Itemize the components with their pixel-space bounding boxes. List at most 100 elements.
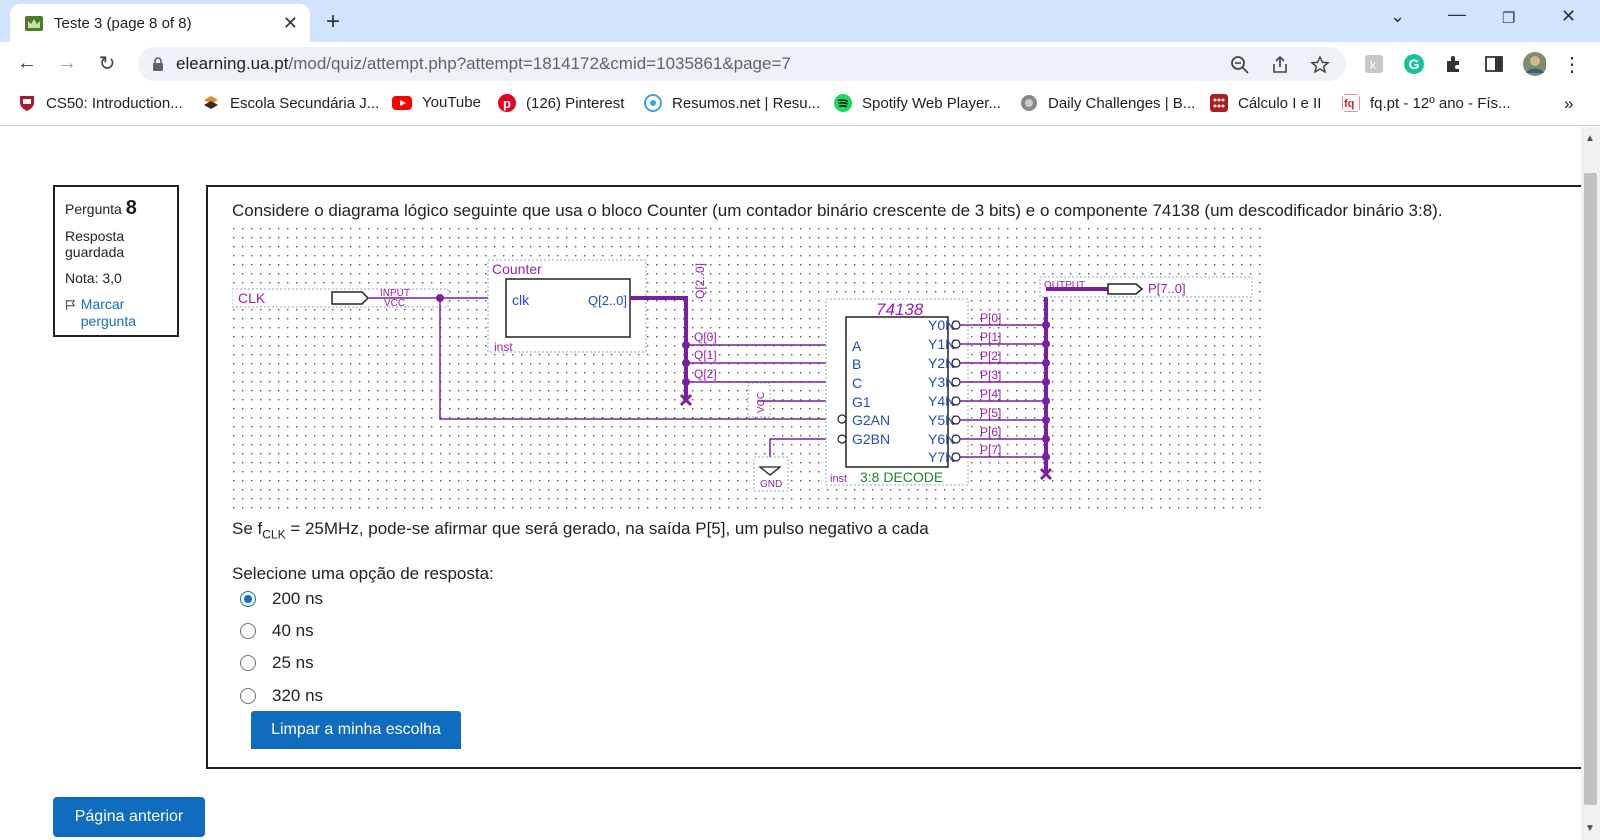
resumos-icon (644, 94, 662, 112)
decoder-input-a: A (852, 338, 862, 354)
decoder-input-g1: G1 (852, 394, 871, 410)
radio-button[interactable] (240, 591, 256, 607)
scroll-thumb[interactable] (1584, 173, 1597, 805)
youtube-icon (392, 95, 412, 110)
grammarly-icon[interactable]: G (1402, 52, 1426, 76)
bookmark-0[interactable]: CS50: Introduction... (18, 94, 183, 112)
bookmark-5[interactable]: Spotify Web Player... (834, 94, 1001, 112)
extension-a-icon[interactable]: k (1362, 52, 1386, 76)
radio-button[interactable] (240, 623, 256, 639)
svg-text:Y6N: Y6N (928, 431, 955, 447)
radio-button[interactable] (240, 655, 256, 671)
active-tab[interactable]: Teste 3 (page 8 of 8) ✕ (10, 4, 310, 42)
scroll-up-icon[interactable]: ▲ (1585, 133, 1595, 144)
counter-block (505, 278, 631, 338)
scroll-down-icon[interactable]: ▼ (1585, 823, 1595, 834)
answer-option-0[interactable]: 200 ns (240, 589, 323, 609)
svg-text:P[3]: P[3] (980, 368, 1001, 382)
bookmark-label: YouTube (422, 94, 481, 111)
radio-button[interactable] (240, 688, 256, 704)
close-tab-icon[interactable]: ✕ (283, 13, 298, 34)
minimize-icon[interactable]: — (1448, 4, 1466, 25)
bookmark-label: Spotify Web Player... (862, 94, 1001, 112)
question-grade: Nota: 3,0 (65, 270, 122, 286)
bookmark-8[interactable]: fq fq.pt - 12º ano - Fís... (1342, 94, 1511, 112)
share-icon[interactable] (1270, 55, 1290, 75)
answer-option-3[interactable]: 320 ns (240, 686, 323, 706)
bookmark-2[interactable]: YouTube (392, 94, 481, 111)
question-info-panel: Pergunta 8 Resposta guardada Nota: 3,0 M… (53, 185, 179, 337)
forward-icon[interactable]: → (54, 50, 80, 76)
counter-title: Counter (492, 261, 542, 277)
svg-text:p: p (503, 96, 511, 111)
bookmark-label: Daily Challenges | B... (1048, 94, 1196, 112)
option-label: 40 ns (272, 621, 314, 640)
zoom-out-icon[interactable] (1230, 55, 1250, 75)
more-bookmarks-icon[interactable]: » (1564, 94, 1573, 114)
harvard-shield-icon (20, 96, 34, 111)
answer-option-1[interactable]: 40 ns (240, 621, 314, 641)
reload-icon[interactable]: ↻ (94, 50, 120, 76)
svg-text:P[5]: P[5] (980, 406, 1001, 420)
question-intro: Considere o diagrama lógico seguinte que… (232, 201, 1443, 220)
tab-search-chevron-icon[interactable]: ⌄ (1390, 6, 1405, 27)
bookmark-3[interactable]: p (126) Pinterest (498, 94, 624, 112)
calc-icon (1210, 94, 1228, 112)
svg-text:Q[2]: Q[2] (694, 367, 717, 381)
bookmark-6[interactable]: Daily Challenges | B... (1020, 94, 1195, 112)
address-bar[interactable]: elearning.ua.pt/mod/quiz/attempt.php?att… (138, 47, 1346, 81)
moodle-favicon-icon (25, 16, 43, 31)
svg-text:P[7]: P[7] (980, 443, 1001, 457)
svg-text:Y1N: Y1N (928, 336, 955, 352)
option-label: 25 ns (272, 653, 314, 672)
bookmark-label: fq.pt - 12º ano - Fís... (1370, 94, 1511, 112)
svg-text:P[6]: P[6] (980, 425, 1001, 439)
menu-kebab-icon[interactable]: ⋮ (1560, 52, 1584, 76)
new-tab-icon[interactable]: + (326, 8, 340, 36)
answer-prompt: Selecione uma opção de resposta: (232, 564, 494, 583)
bookmark-label: Escola Secundária J... (230, 94, 380, 112)
bookmark-7[interactable]: Cálculo I e II (1210, 94, 1321, 112)
svg-text:P[1]: P[1] (980, 330, 1001, 344)
back-icon[interactable]: ← (14, 50, 40, 76)
flag-icon (66, 299, 76, 311)
side-panel-icon[interactable] (1482, 52, 1506, 76)
bookmark-1[interactable]: Escola Secundária J... (202, 94, 379, 112)
bookmark-label: CS50: Introduction... (46, 94, 183, 112)
g2bn-inversion-bubble (837, 434, 847, 444)
bookmark-label: Cálculo I e II (1238, 94, 1322, 112)
window-close-icon[interactable]: ✕ (1561, 6, 1576, 27)
svg-text:k: k (1370, 58, 1377, 72)
decoder-input-c: C (852, 375, 862, 391)
bookmarks-bar: CS50: Introduction... Escola Secundária … (0, 86, 1600, 126)
fq-icon: fq (1342, 94, 1360, 112)
svg-text:P[0]: P[0] (980, 311, 1001, 325)
question-state: Resposta guardada (65, 228, 125, 260)
clk-input-pin (331, 291, 370, 305)
page-scrollbar[interactable]: ▲ ▼ (1581, 127, 1600, 840)
url-text: elearning.ua.pt/mod/quiz/attempt.php?att… (176, 54, 791, 73)
bookmark-star-icon[interactable] (1310, 55, 1330, 75)
bookmark-4[interactable]: Resumos.net | Resu... (644, 94, 820, 112)
extensions-puzzle-icon[interactable] (1442, 52, 1466, 76)
question-sub: Se fCLK = 25MHz, pode-se afirmar que ser… (232, 519, 929, 542)
decoder-title: 74138 (876, 300, 924, 319)
restore-icon[interactable]: ❐ (1502, 9, 1515, 27)
counter-q-port: Q[2..0] (588, 293, 627, 308)
svg-text:Y0N: Y0N (928, 317, 955, 333)
pinterest-icon: p (498, 94, 516, 112)
svg-text:Y5N: Y5N (928, 412, 955, 428)
g1-vcc-label: VCC (756, 392, 767, 413)
svg-text:Y4N: Y4N (928, 393, 955, 409)
profile-avatar-icon[interactable] (1522, 52, 1546, 76)
bookmark-label: (126) Pinterest (526, 94, 625, 112)
svg-text:P[2]: P[2] (980, 349, 1001, 363)
svg-text:Y3N: Y3N (928, 374, 955, 390)
lock-icon[interactable] (152, 57, 164, 71)
spotify-icon (834, 94, 852, 112)
grid-background (232, 227, 1264, 513)
clear-choice-button[interactable]: Limpar a minha escolha (251, 711, 461, 749)
answer-option-2[interactable]: 25 ns (240, 653, 314, 673)
flag-question-link[interactable]: Marcar pergunta (65, 296, 167, 330)
previous-page-button[interactable]: Página anterior (53, 797, 205, 837)
